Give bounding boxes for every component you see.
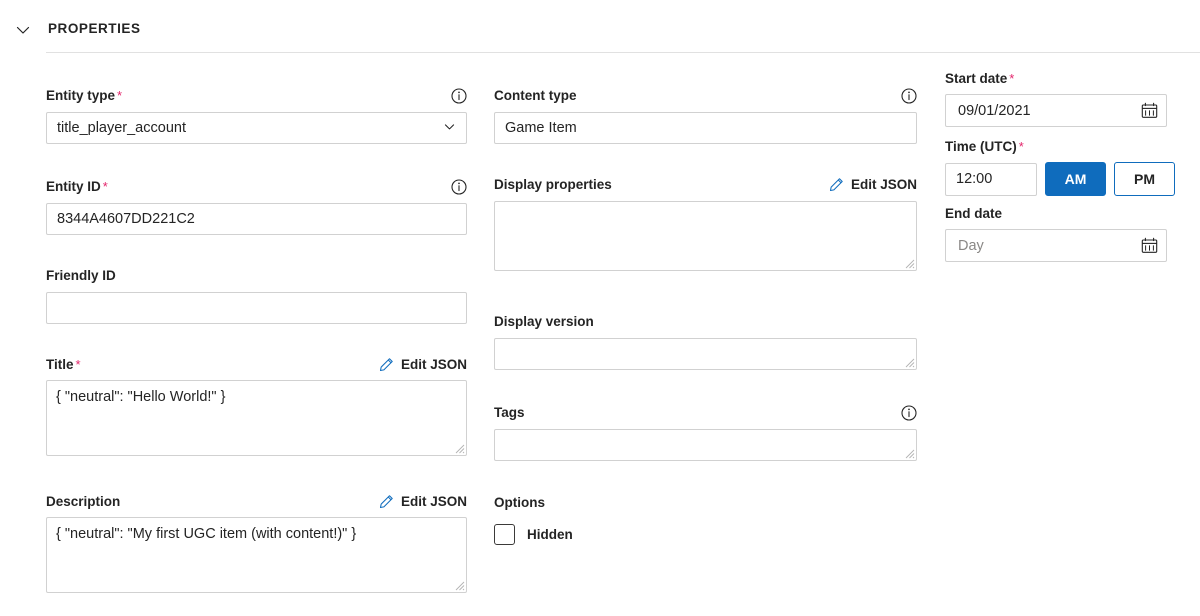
description-edit-json-label: Edit JSON [401,494,467,509]
start-date-value: 09/01/2021 [958,103,1141,119]
info-icon[interactable] [451,88,467,104]
pencil-icon [379,357,394,372]
title-required-asterisk: * [76,357,81,372]
description-label-row: Description Edit JSON [46,492,467,511]
pencil-icon [379,494,394,509]
chevron-down-icon [443,120,456,137]
start-date-label-row: Start date* [945,69,1167,88]
field-display-version: Display version [494,312,917,370]
content-type-label: Content type [494,87,577,105]
friendly-id-input[interactable] [46,292,467,324]
description-edit-json-button[interactable]: Edit JSON [379,494,467,509]
time-utc-required-asterisk: * [1019,139,1024,154]
time-utc-input[interactable] [945,163,1037,196]
field-display-properties: Display properties Edit JSON [494,175,917,271]
entity-id-label-row: Entity ID* [46,177,467,196]
friendly-id-label: Friendly ID [46,267,116,285]
entity-type-value: title_player_account [57,120,443,136]
field-friendly-id: Friendly ID [46,266,467,324]
time-utc-label-row: Time (UTC)* [945,137,1185,156]
title-textarea-wrap [46,380,467,456]
tags-label: Tags [494,404,525,422]
friendly-id-label-row: Friendly ID [46,266,467,285]
field-tags: Tags [494,403,917,461]
hidden-checkbox-label: Hidden [527,527,573,542]
start-date-required-asterisk: * [1009,71,1014,86]
options-label-row: Options [494,493,917,512]
section-divider [46,52,1200,53]
display-version-textarea-wrap [494,338,917,370]
display-properties-label-row: Display properties Edit JSON [494,175,917,194]
end-date-value: Day [958,238,1141,254]
tags-textarea-wrap [494,429,917,461]
time-utc-controls: AM PM [945,162,1185,196]
display-properties-edit-json-button[interactable]: Edit JSON [829,177,917,192]
entity-id-required-asterisk: * [103,179,108,194]
start-date-label: Start date [945,70,1007,88]
hidden-checkbox-row[interactable]: Hidden [494,524,917,545]
description-textarea[interactable] [46,517,467,593]
entity-type-required-asterisk: * [117,88,122,103]
display-properties-edit-json-label: Edit JSON [851,177,917,192]
hidden-checkbox[interactable] [494,524,515,545]
end-date-picker[interactable]: Day [945,229,1167,262]
title-label: Title [46,356,74,374]
field-description: Description Edit JSON [46,492,467,593]
pencil-icon [829,177,844,192]
time-utc-label: Time (UTC) [945,138,1017,156]
section-title: PROPERTIES [48,21,141,36]
field-content-type: Content type [494,86,917,144]
display-properties-textarea-wrap [494,201,917,271]
properties-section-header: PROPERTIES [0,0,1200,53]
display-properties-label: Display properties [494,176,612,194]
calendar-icon[interactable] [1141,237,1158,254]
field-title: Title* Edit JSON [46,355,467,456]
content-type-input[interactable] [494,112,917,144]
entity-type-select[interactable]: title_player_account [46,112,467,144]
display-version-label-row: Display version [494,312,917,331]
description-label: Description [46,493,120,511]
start-date-picker[interactable]: 09/01/2021 [945,94,1167,127]
pm-toggle-button[interactable]: PM [1114,162,1175,196]
description-textarea-wrap [46,517,467,593]
end-date-label: End date [945,205,1002,223]
field-options: Options Hidden [494,493,917,545]
calendar-icon[interactable] [1141,102,1158,119]
tags-label-row: Tags [494,403,917,422]
am-toggle-button[interactable]: AM [1045,162,1106,196]
display-version-label: Display version [494,313,594,331]
title-textarea[interactable] [46,380,467,456]
info-icon[interactable] [451,179,467,195]
entity-type-label-row: Entity type* [46,86,467,105]
end-date-label-row: End date [945,204,1167,223]
field-end-date: End date Day [945,204,1167,262]
info-icon[interactable] [901,88,917,104]
entity-id-label: Entity ID [46,178,101,196]
field-entity-type: Entity type* title_player_account [46,86,467,144]
title-edit-json-button[interactable]: Edit JSON [379,357,467,372]
content-type-label-row: Content type [494,86,917,105]
tags-textarea[interactable] [494,429,917,461]
info-icon[interactable] [901,405,917,421]
entity-id-input[interactable] [46,203,467,235]
display-version-textarea[interactable] [494,338,917,370]
chevron-down-icon [15,22,31,38]
field-time-utc: Time (UTC)* AM PM [945,137,1185,196]
display-properties-textarea[interactable] [494,201,917,271]
collapse-section-button[interactable] [10,19,36,41]
field-start-date: Start date* 09/01/2021 [945,69,1167,127]
title-label-row: Title* Edit JSON [46,355,467,374]
title-edit-json-label: Edit JSON [401,357,467,372]
field-entity-id: Entity ID* [46,177,467,235]
entity-type-label: Entity type [46,87,115,105]
options-label: Options [494,494,545,512]
